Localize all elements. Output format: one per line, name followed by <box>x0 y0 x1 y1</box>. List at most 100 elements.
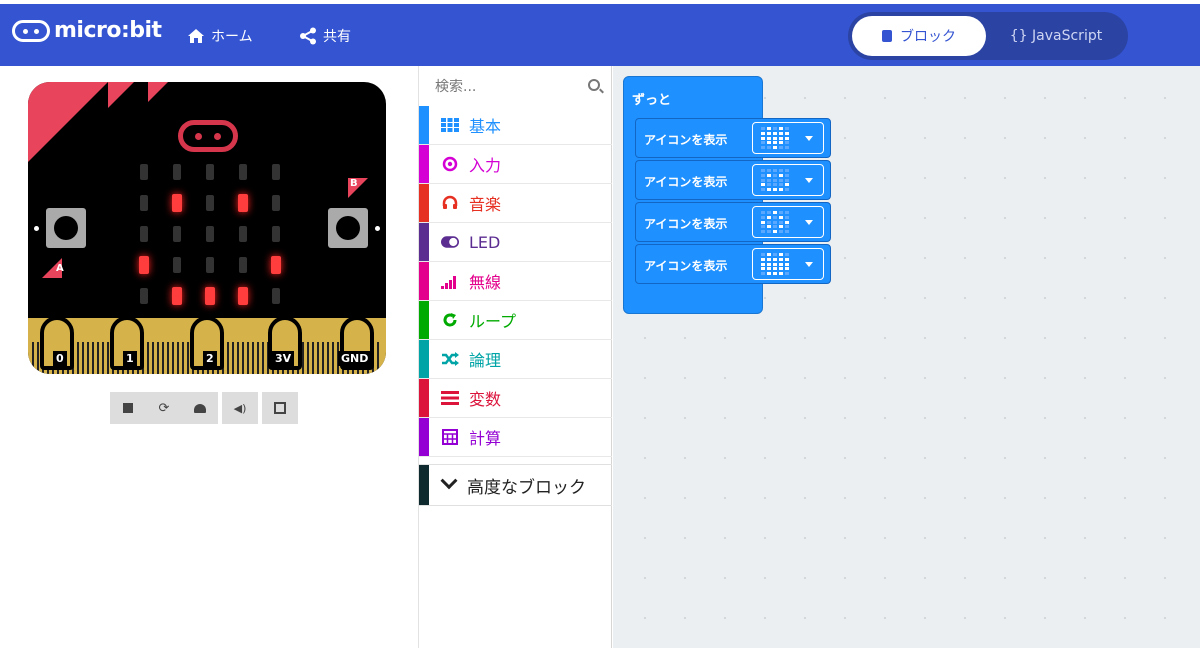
category-label: 計算 <box>469 429 502 448</box>
pin-label-1: 1 <box>123 351 137 366</box>
edge-pin-stripe <box>332 342 334 374</box>
pin-label-gnd: GND <box>338 351 372 366</box>
search-box[interactable]: 検索... <box>419 66 612 106</box>
category-shuffle[interactable]: 論理 <box>419 340 612 379</box>
led-r2c1 <box>173 226 181 242</box>
show-icon-block[interactable]: アイコンを表示 <box>635 244 831 284</box>
blocks-tab[interactable]: ブロック <box>852 16 986 56</box>
editor-toggle: ブロック {} JavaScript <box>848 12 1128 60</box>
led-r4c3 <box>238 287 248 305</box>
category-label: 音楽 <box>469 195 502 214</box>
icon-picker-big-heart[interactable] <box>752 248 824 280</box>
dropdown-arrow-icon <box>805 220 813 225</box>
button-a[interactable] <box>34 208 86 248</box>
category-color-bar <box>419 145 429 183</box>
share-icon <box>300 27 316 45</box>
button-b[interactable] <box>328 208 380 248</box>
microbit-logo[interactable]: micro:bit <box>12 18 162 43</box>
edge-pin-stripe <box>87 342 89 374</box>
edge-pin-stripe <box>322 342 324 374</box>
led-r3c0 <box>139 256 149 274</box>
javascript-tab[interactable]: {} JavaScript <box>988 16 1124 56</box>
category-signal[interactable]: 無線 <box>419 262 612 301</box>
blocks-workspace[interactable]: ずっと アイコンを表示 アイコンを表示 アイコンを表示 アイコンを表示 <box>613 66 1200 648</box>
restart-button[interactable]: ⟳ <box>146 392 182 424</box>
board-corner-decoration <box>28 82 108 162</box>
edge-pin-stripe <box>307 342 309 374</box>
edge-pin-stripe <box>177 342 179 374</box>
icon-picker-happy[interactable] <box>752 164 824 196</box>
led-r0c3 <box>239 164 247 180</box>
led-r2c4 <box>272 226 280 242</box>
edge-pin-stripe <box>327 342 329 374</box>
led-r4c0 <box>140 288 148 304</box>
heart-icon <box>761 127 791 151</box>
category-headphones[interactable]: 音楽 <box>419 184 612 223</box>
board-corner-decoration <box>148 82 168 102</box>
category-toggle[interactable]: LED <box>419 223 612 262</box>
edge-pin-stripe <box>257 342 259 374</box>
search-input[interactable]: 検索... <box>435 76 612 96</box>
edge-pin-stripe <box>377 342 379 374</box>
category-grid[interactable]: 基本 <box>419 106 612 145</box>
edge-pin-stripe <box>162 342 164 374</box>
speaker-icon: ◀) <box>233 401 247 415</box>
category-label: ループ <box>469 312 517 331</box>
category-loop[interactable]: ループ <box>419 301 612 340</box>
category-label: 論理 <box>469 351 502 370</box>
home-button[interactable]: ホーム <box>187 26 253 46</box>
category-list[interactable]: 変数 <box>419 379 612 418</box>
show-icon-label: アイコンを表示 <box>644 133 728 147</box>
edge-pin-stripe <box>102 342 104 374</box>
stop-button[interactable] <box>110 392 146 424</box>
led-r1c2 <box>206 195 214 211</box>
category-label: 無線 <box>469 273 502 292</box>
led-r2c0 <box>140 226 148 242</box>
edge-pin-stripe <box>312 342 314 374</box>
edge-pin-stripe <box>167 342 169 374</box>
show-icon-block[interactable]: アイコンを表示 <box>635 118 831 158</box>
share-button[interactable]: 共有 <box>299 26 351 46</box>
button-b-dot <box>375 226 380 231</box>
calculator-icon <box>441 428 459 446</box>
pin-label-0: 0 <box>53 351 67 366</box>
advanced-blocks-toggle[interactable]: 高度なブロック <box>419 464 612 506</box>
fullscreen-icon <box>274 402 286 414</box>
fullscreen-button[interactable] <box>262 392 298 424</box>
show-icon-block[interactable]: アイコンを表示 <box>635 160 831 200</box>
search-icon[interactable] <box>588 79 600 91</box>
board-corner-decoration <box>108 82 134 108</box>
mute-button[interactable]: ◀) <box>222 392 258 424</box>
small-diamond-icon <box>761 211 791 235</box>
slow-motion-button[interactable] <box>182 392 218 424</box>
show-icon-block[interactable]: アイコンを表示 <box>635 202 831 242</box>
dropdown-arrow-icon <box>805 136 813 141</box>
led-r1c1 <box>172 194 182 212</box>
edge-pin-stripe <box>32 342 34 374</box>
pin-label-2: 2 <box>203 351 217 366</box>
advanced-blocks-label: 高度なブロック <box>467 477 586 498</box>
button-b-knob <box>336 216 360 240</box>
simulator-pane: A B 0 1 2 3V GND ⟳ ◀) <box>0 66 418 648</box>
edge-pin-stripe <box>172 342 174 374</box>
button-a-dot <box>34 226 39 231</box>
button-a-label: A <box>56 263 64 274</box>
edge-pin-stripe <box>77 342 79 374</box>
edge-pin-stripe <box>252 342 254 374</box>
led-r3c1 <box>173 257 181 273</box>
edge-pin-stripe <box>227 342 229 374</box>
dropdown-arrow-icon <box>805 262 813 267</box>
icon-picker-small-diamond[interactable] <box>752 206 824 238</box>
edge-pin-stripe <box>92 342 94 374</box>
edge-pin-stripe <box>232 342 234 374</box>
led-r0c0 <box>140 164 148 180</box>
stop-icon <box>123 403 133 413</box>
target-icon <box>441 155 459 173</box>
shuffle-icon <box>441 350 459 368</box>
edge-pin-stripe <box>247 342 249 374</box>
category-calculator[interactable]: 計算 <box>419 418 612 457</box>
category-target[interactable]: 入力 <box>419 145 612 184</box>
led-r0c2 <box>206 164 214 180</box>
simulator-control-group: ⟳ <box>110 392 218 424</box>
icon-picker-heart[interactable] <box>752 122 824 154</box>
